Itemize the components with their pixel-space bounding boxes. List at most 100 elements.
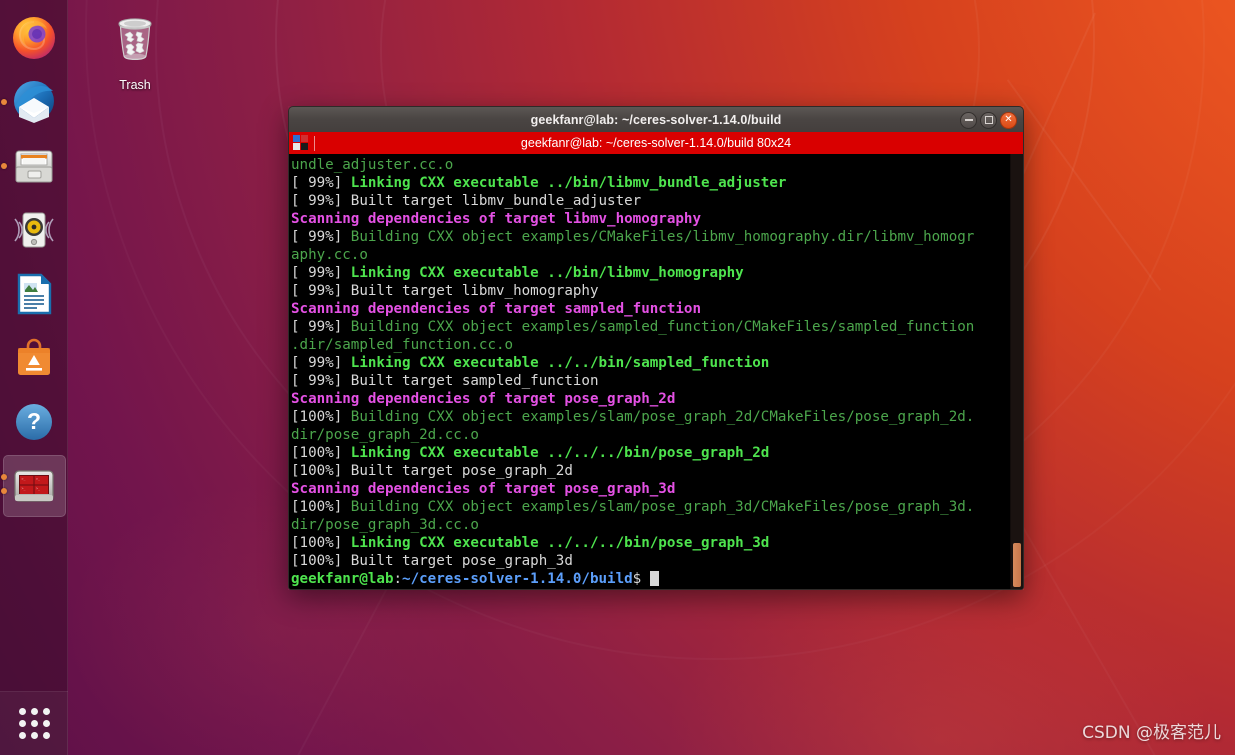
- launcher-item-thunderbird[interactable]: [0, 70, 68, 134]
- terminal-line: [ 99%] Linking CXX executable ../bin/lib…: [291, 174, 1010, 192]
- terminal-text: [100%] Built target pose_graph_2d: [291, 463, 573, 479]
- terminal-text: [ 99%]: [291, 265, 351, 281]
- terminal-text: Building CXX object examples/slam/pose_g…: [350, 499, 975, 515]
- software-bag-icon: [10, 334, 58, 382]
- terminal-line: [100%] Building CXX object examples/slam…: [291, 498, 1010, 516]
- terminal-text: [100%]: [291, 409, 351, 425]
- terminal-text: .dir/sampled_function.cc.o: [291, 337, 514, 353]
- show-applications-button[interactable]: [0, 691, 68, 755]
- tab-list-icon[interactable]: [293, 135, 311, 151]
- close-icon[interactable]: ✕: [1000, 111, 1017, 129]
- terminal-text: aphy.cc.o: [291, 247, 368, 263]
- prompt-sigil: $: [632, 571, 650, 587]
- terminal-text: [ 99%] Built target sampled_function: [291, 373, 599, 389]
- wallpaper-line: [202, 564, 401, 755]
- terminal-line: dir/pose_graph_2d.cc.o: [291, 426, 1010, 444]
- terminal-text: Linking CXX executable ../bin/libmv_homo…: [350, 265, 744, 281]
- terminal-text: [100%]: [291, 499, 351, 515]
- launcher-item-terminal[interactable]: >_ >_ >_ >_: [0, 454, 68, 518]
- document-icon: [10, 270, 58, 318]
- help-icon: ?: [10, 398, 58, 446]
- terminal-line: dir/pose_graph_3d.cc.o: [291, 516, 1010, 534]
- terminal-line: [ 99%] Building CXX object examples/samp…: [291, 318, 1010, 336]
- terminal-text: dir/pose_graph_3d.cc.o: [291, 517, 479, 533]
- terminal-window: geekfanr@lab: ~/ceres-solver-1.14.0/buil…: [288, 106, 1024, 590]
- terminal-text: Building CXX object examples/sampled_fun…: [350, 319, 975, 335]
- terminal-line: aphy.cc.o: [291, 246, 1010, 264]
- terminal-line: [ 99%] Built target libmv_bundle_adjuste…: [291, 192, 1010, 210]
- terminal-text: [ 99%] Built target libmv_homography: [291, 283, 599, 299]
- terminal-text: [100%]: [291, 535, 351, 551]
- terminal-output: undle_adjuster.cc.o[ 99%] Linking CXX ex…: [289, 154, 1010, 589]
- minimize-icon[interactable]: [960, 111, 977, 129]
- apps-grid-icon: [18, 708, 50, 739]
- launcher-item-firefox[interactable]: [0, 6, 68, 70]
- running-indicator: [1, 474, 7, 480]
- terminal-line: [100%] Linking CXX executable ../../../b…: [291, 534, 1010, 552]
- terminal-body[interactable]: undle_adjuster.cc.o[ 99%] Linking CXX ex…: [288, 154, 1024, 590]
- terminal-line: [ 99%] Building CXX object examples/CMak…: [291, 228, 1010, 246]
- launcher-item-ubuntu-software[interactable]: [0, 326, 68, 390]
- desktop-icon-trash[interactable]: Trash: [101, 12, 169, 92]
- terminal-text: [ 99%]: [291, 229, 351, 245]
- terminal-text: Scanning dependencies of target pose_gra…: [291, 391, 676, 407]
- desktop: ? >_ >_ >_ >_ Trash geekfanr@lab: ~/cere…: [0, 0, 1235, 755]
- terminal-text: [ 99%]: [291, 175, 351, 191]
- firefox-icon: [10, 14, 58, 62]
- terminal-line: [ 99%] Built target sampled_function: [291, 372, 1010, 390]
- terminal-text: Linking CXX executable ../bin/libmv_bund…: [350, 175, 787, 191]
- svg-text:?: ?: [27, 408, 41, 434]
- terminal-text: Scanning dependencies of target sampled_…: [291, 301, 701, 317]
- terminal-prompt-line[interactable]: geekfanr@lab:~/ceres-solver-1.14.0/build…: [291, 570, 1010, 588]
- terminal-line: [100%] Building CXX object examples/slam…: [291, 408, 1010, 426]
- launcher-item-libreoffice[interactable]: [0, 262, 68, 326]
- terminal-line: .dir/sampled_function.cc.o: [291, 336, 1010, 354]
- terminal-text: [ 99%]: [291, 355, 351, 371]
- launcher-item-rhythmbox[interactable]: [0, 198, 68, 262]
- terminal-line: Scanning dependencies of target libmv_ho…: [291, 210, 1010, 228]
- terminal-line: [100%] Linking CXX executable ../../../b…: [291, 444, 1010, 462]
- running-indicator: [1, 488, 7, 494]
- rhythmbox-icon: [10, 206, 58, 254]
- terminal-scrollbar[interactable]: [1010, 154, 1023, 589]
- watermark: CSDN @极客范儿: [1082, 723, 1221, 743]
- terminal-text: Linking CXX executable ../../../bin/pose…: [350, 535, 770, 551]
- window-titlebar[interactable]: geekfanr@lab: ~/ceres-solver-1.14.0/buil…: [288, 106, 1024, 132]
- terminal-icon: >_ >_ >_ >_: [10, 462, 58, 510]
- prompt-user-host: geekfanr@lab: [291, 571, 394, 587]
- unity-launcher: ? >_ >_ >_ >_: [0, 0, 68, 755]
- scrollbar-thumb[interactable]: [1013, 543, 1021, 587]
- wallpaper-line: [1008, 502, 1175, 755]
- terminal-text: [ 99%] Built target libmv_bundle_adjuste…: [291, 193, 642, 209]
- launcher-item-files[interactable]: [0, 134, 68, 198]
- terminal-text: Linking CXX executable ../../bin/sampled…: [350, 355, 770, 371]
- terminal-tabbar: geekfanr@lab: ~/ceres-solver-1.14.0/buil…: [288, 132, 1024, 154]
- window-title: geekfanr@lab: ~/ceres-solver-1.14.0/buil…: [530, 112, 782, 127]
- maximize-icon[interactable]: [980, 111, 997, 129]
- prompt-separator: :: [393, 571, 403, 587]
- terminal-tab-title: geekfanr@lab: ~/ceres-solver-1.14.0/buil…: [520, 136, 792, 150]
- thunderbird-icon: [10, 78, 58, 126]
- terminal-text: [100%] Built target pose_graph_3d: [291, 553, 573, 569]
- files-icon: [10, 142, 58, 190]
- terminal-cursor: [649, 571, 659, 586]
- terminal-line: Scanning dependencies of target sampled_…: [291, 300, 1010, 318]
- terminal-line: [ 99%] Linking CXX executable ../../bin/…: [291, 354, 1010, 372]
- terminal-text: [100%]: [291, 445, 351, 461]
- terminal-text: dir/pose_graph_2d.cc.o: [291, 427, 479, 443]
- terminal-line: [ 99%] Linking CXX executable ../bin/lib…: [291, 264, 1010, 282]
- terminal-text: Scanning dependencies of target libmv_ho…: [291, 211, 701, 227]
- running-indicator: [1, 163, 7, 169]
- terminal-line: [ 99%] Built target libmv_homography: [291, 282, 1010, 300]
- window-controls: ✕: [960, 107, 1017, 133]
- terminal-text: Linking CXX executable ../../../bin/pose…: [350, 445, 770, 461]
- tabbar-separator: [314, 135, 315, 151]
- terminal-line: [100%] Built target pose_graph_3d: [291, 552, 1010, 570]
- launcher-item-help[interactable]: ?: [0, 390, 68, 454]
- trash-label: Trash: [119, 78, 151, 92]
- prompt-path: ~/ceres-solver-1.14.0/build: [402, 571, 633, 587]
- terminal-line: Scanning dependencies of target pose_gra…: [291, 390, 1010, 408]
- terminal-line: Scanning dependencies of target pose_gra…: [291, 480, 1010, 498]
- terminal-text: undle_adjuster.cc.o: [291, 157, 454, 173]
- running-indicator: [1, 99, 7, 105]
